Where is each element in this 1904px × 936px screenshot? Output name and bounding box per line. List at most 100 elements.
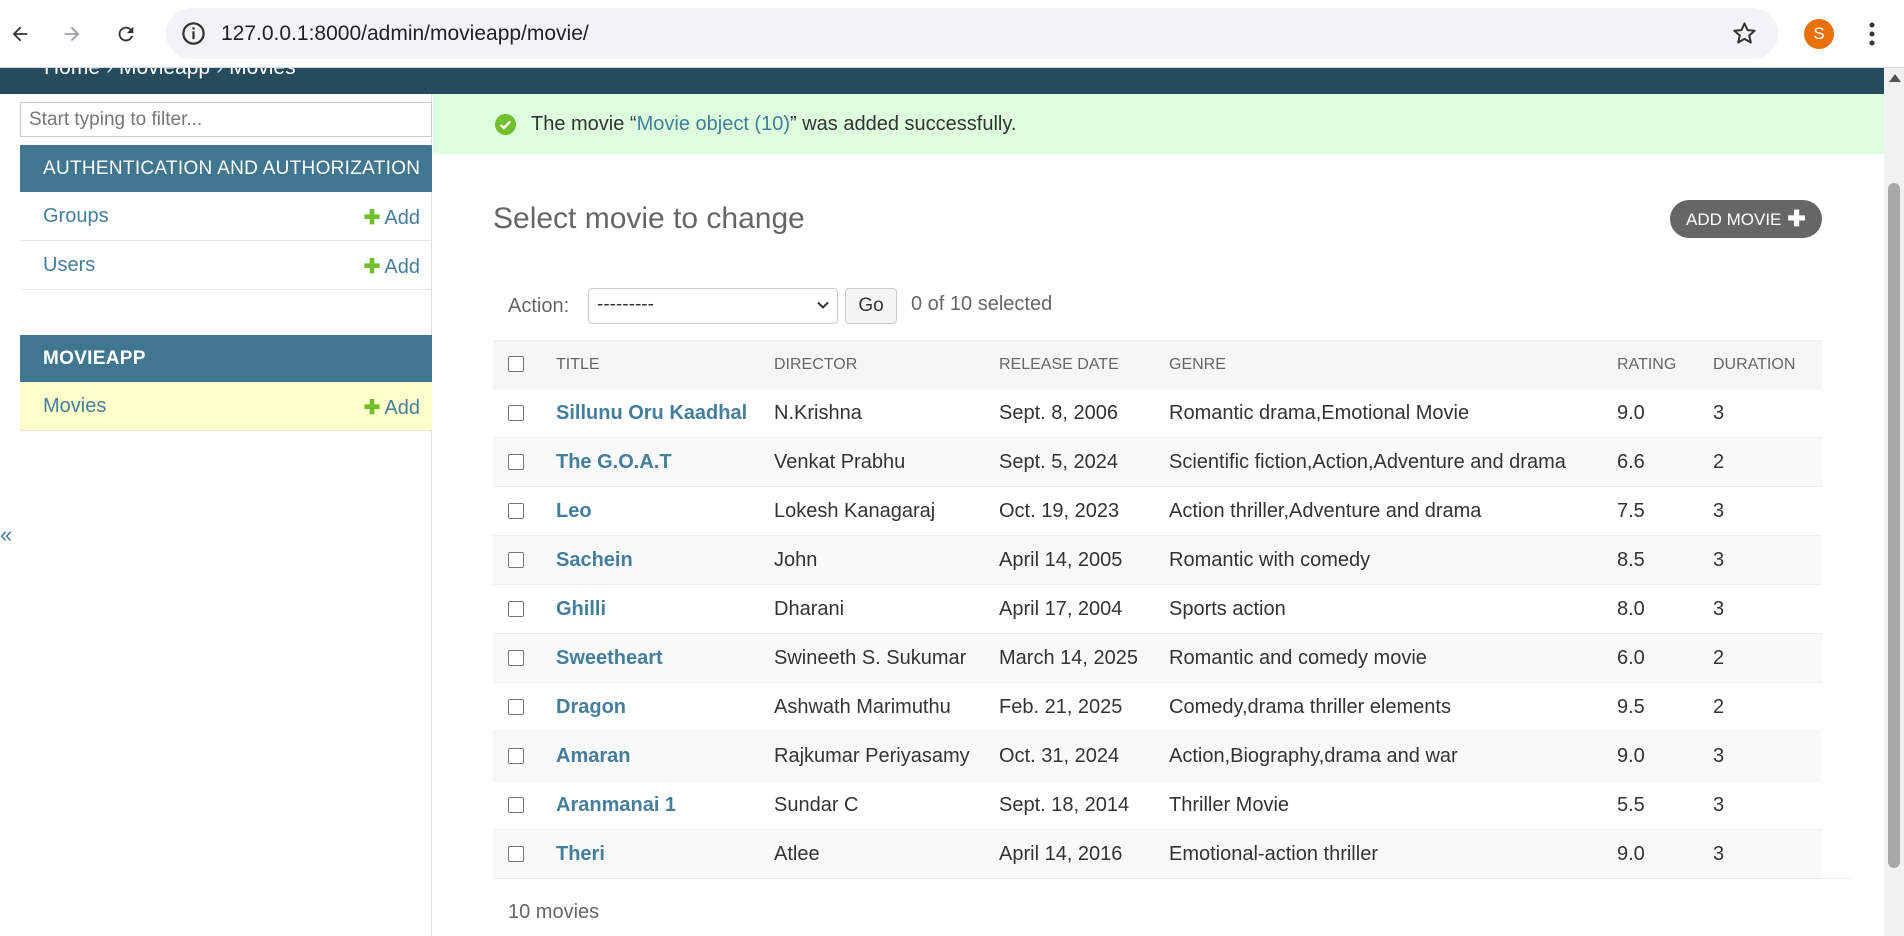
sidebar-item-label[interactable]: Users — [43, 254, 95, 277]
add-movie-link[interactable]: ✚ Add — [364, 395, 420, 420]
cell-title: Sillunu Oru Kaadhal — [546, 388, 764, 438]
action-select[interactable]: --------- — [588, 288, 838, 324]
row-checkbox[interactable] — [508, 650, 524, 667]
go-button[interactable]: Go — [845, 288, 897, 324]
column-header-genre[interactable]: GENRE — [1159, 340, 1607, 389]
cell-release-date: March 14, 2025 — [989, 633, 1159, 683]
add-user-link[interactable]: ✚ Add — [364, 254, 420, 279]
cell-genre: Scientific fiction,Action,Adventure and … — [1159, 437, 1607, 487]
cell-director: Swineeth S. Sukumar — [764, 633, 989, 683]
row-checkbox[interactable] — [508, 454, 524, 471]
nav-filter-input[interactable] — [20, 102, 432, 137]
movie-title-link[interactable]: Dragon — [556, 696, 626, 718]
select-all-checkbox[interactable] — [508, 356, 524, 373]
row-select-cell — [493, 829, 546, 879]
movie-title-link[interactable]: Sachein — [556, 549, 633, 571]
column-header-duration[interactable]: DURATION — [1703, 340, 1822, 389]
cell-title: Leo — [546, 486, 764, 536]
chevron-down-icon — [817, 301, 829, 309]
row-checkbox[interactable] — [508, 405, 524, 422]
cell-duration: 3 — [1703, 829, 1822, 879]
module-caption-auth[interactable]: AUTHENTICATION AND AUTHORIZATION — [20, 145, 432, 192]
result-list: TITLE DIRECTOR RELEASE DATE GENRE RATING… — [493, 340, 1822, 879]
table-row: Amaran Rajkumar Periyasamy Oct. 31, 2024 Ac… — [493, 731, 1822, 781]
arrow-left-icon — [12, 26, 28, 42]
row-select-cell — [493, 584, 546, 634]
page-title: Select movie to change — [493, 202, 805, 235]
sidebar-item-label[interactable]: Movies — [43, 395, 106, 418]
column-header-director[interactable]: DIRECTOR — [764, 340, 989, 389]
reload-icon — [118, 26, 134, 42]
address-bar[interactable]: 127.0.0.1:8000/admin/movieapp/movie/ — [166, 8, 1778, 59]
row-checkbox[interactable] — [508, 503, 524, 520]
column-header-release-date[interactable]: RELEASE DATE — [989, 340, 1159, 389]
cell-title: The G.O.A.T — [546, 437, 764, 487]
cell-genre: Sports action — [1159, 584, 1607, 634]
movie-title-link[interactable]: Sillunu Oru Kaadhal — [556, 402, 747, 424]
back-button[interactable] — [0, 14, 40, 54]
cell-rating: 6.6 — [1607, 437, 1703, 487]
reload-button[interactable] — [106, 14, 146, 54]
cell-genre: Romantic with comedy — [1159, 535, 1607, 585]
cell-release-date: Sept. 8, 2006 — [989, 388, 1159, 438]
table-row: Dragon Ashwath Marimuthu Feb. 21, 2025 Come… — [493, 682, 1822, 732]
cell-director: Venkat Prabhu — [764, 437, 989, 487]
add-movie-button[interactable]: ADD MOVIE ✚ — [1670, 200, 1822, 238]
cell-genre: Action thriller,Adventure and drama — [1159, 486, 1607, 536]
breadcrumb-home[interactable]: Home — [44, 68, 100, 79]
movie-title-link[interactable]: Ghilli — [556, 598, 606, 620]
row-checkbox[interactable] — [508, 601, 524, 618]
sidebar-item-movies: Movies ✚ Add — [20, 382, 432, 431]
row-select-cell — [493, 437, 546, 487]
scroll-up-arrow-icon[interactable] — [1889, 74, 1901, 82]
plus-icon: ✚ — [363, 397, 381, 419]
movie-title-link[interactable]: The G.O.A.T — [556, 451, 672, 473]
sidebar-item-label[interactable]: Groups — [43, 205, 109, 228]
breadcrumb-separator: › — [106, 68, 113, 79]
movie-title-link[interactable]: Sweetheart — [556, 647, 663, 669]
paginator: 10 movies — [508, 901, 600, 923]
column-header-rating[interactable]: RATING — [1607, 340, 1703, 389]
site-info-icon[interactable] — [180, 20, 207, 47]
table-row: Sweetheart Swineeth S. Sukumar March 14, 2… — [493, 633, 1822, 683]
row-checkbox[interactable] — [508, 846, 524, 863]
message-object-link[interactable]: Movie object (10) — [637, 113, 790, 135]
cell-director: Rajkumar Periyasamy — [764, 731, 989, 781]
cell-rating: 9.0 — [1607, 388, 1703, 438]
plus-icon: ✚ — [363, 207, 381, 229]
cell-genre: Action,Biography,drama and war — [1159, 731, 1607, 781]
movie-title-link[interactable]: Theri — [556, 843, 605, 865]
table-bottom-border — [493, 878, 1853, 879]
movie-title-link[interactable]: Amaran — [556, 745, 630, 767]
table-row: Ghilli Dharani April 17, 2004 Sports action… — [493, 584, 1822, 634]
sidebar-collapse-toggle[interactable]: « — [0, 522, 12, 548]
row-checkbox[interactable] — [508, 748, 524, 765]
forward-button[interactable] — [52, 14, 92, 54]
module-caption-movieapp[interactable]: MOVIEAPP — [20, 335, 432, 382]
row-checkbox[interactable] — [508, 699, 524, 716]
action-label: Action: — [508, 295, 570, 317]
cell-release-date: Sept. 5, 2024 — [989, 437, 1159, 487]
column-header-title[interactable]: TITLE — [546, 340, 764, 389]
cell-release-date: Oct. 19, 2023 — [989, 486, 1159, 536]
row-checkbox[interactable] — [508, 552, 524, 569]
row-select-cell — [493, 780, 546, 830]
scroll-thumb[interactable] — [1888, 183, 1900, 868]
table-row: Leo Lokesh Kanagaraj Oct. 19, 2023 Action t… — [493, 486, 1822, 536]
page-scrollbar[interactable] — [1884, 68, 1904, 936]
cell-title: Dragon — [546, 682, 764, 732]
profile-avatar[interactable]: S — [1804, 19, 1834, 49]
cell-duration: 3 — [1703, 584, 1822, 634]
cell-director: Ashwath Marimuthu — [764, 682, 989, 732]
success-check-icon — [495, 114, 516, 135]
movie-title-link[interactable]: Aranmanai 1 — [556, 794, 676, 816]
url-text[interactable]: 127.0.0.1:8000/admin/movieapp/movie/ — [221, 20, 589, 47]
cell-rating: 9.0 — [1607, 829, 1703, 879]
row-checkbox[interactable] — [508, 797, 524, 814]
row-select-cell — [493, 388, 546, 438]
add-group-link[interactable]: ✚ Add — [364, 205, 420, 230]
menu-kebab-icon[interactable] — [1862, 18, 1882, 50]
movie-title-link[interactable]: Leo — [556, 500, 592, 522]
bookmark-star-icon[interactable] — [1731, 20, 1758, 47]
breadcrumb-app[interactable]: Movieapp — [119, 68, 210, 79]
